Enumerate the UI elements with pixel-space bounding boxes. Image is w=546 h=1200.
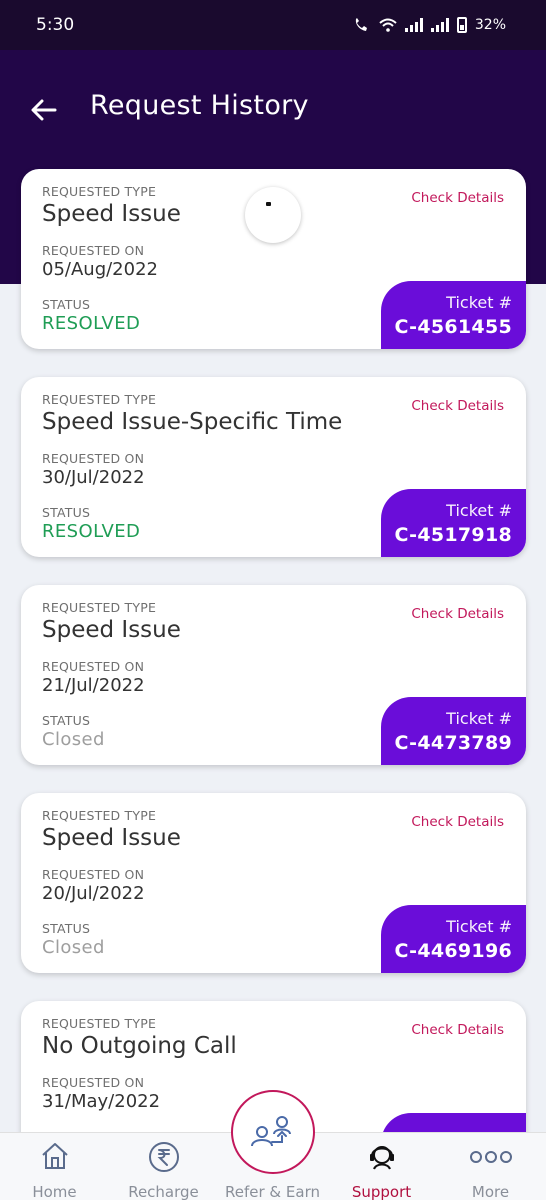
ticket-label: Ticket #	[446, 501, 512, 520]
ticket-badge: Ticket # C-4473789	[381, 697, 526, 765]
rupee-icon	[148, 1142, 179, 1172]
requested-type-label: REQUESTED TYPE	[42, 184, 157, 199]
check-details-link[interactable]: Check Details	[411, 1022, 504, 1038]
requested-on-label: REQUESTED ON	[42, 243, 145, 258]
ticket-badge: Ticket # C-4561455	[381, 281, 526, 349]
requested-type-label: REQUESTED TYPE	[42, 808, 157, 823]
ticket-number: C-4517918	[394, 524, 512, 546]
ticket-badge: Ticket # C-4517918	[381, 489, 526, 557]
support-agent-icon	[369, 1146, 394, 1170]
status-value: Closed	[42, 729, 105, 750]
ticket-number: C-4469196	[394, 940, 512, 962]
ticket-badge: Ticket # C-4469196	[381, 905, 526, 973]
requested-type-label: REQUESTED TYPE	[42, 600, 157, 615]
status-label: STATUS	[42, 713, 91, 728]
requested-type-value: No Outgoing Call	[42, 1033, 237, 1059]
battery-percent: 32%	[474, 17, 506, 33]
home-icon	[41, 1143, 68, 1169]
requested-on-label: REQUESTED ON	[42, 451, 145, 466]
status-label: STATUS	[42, 921, 91, 936]
more-dots-icon	[469, 1151, 512, 1163]
back-arrow-icon	[31, 99, 57, 121]
refer-earn-fab[interactable]	[231, 1090, 315, 1174]
status-label: STATUS	[42, 505, 91, 520]
nav-refer-label: Refer & Earn	[225, 1183, 320, 1200]
ticket-label: Ticket #	[446, 709, 512, 728]
status-time: 5:30	[36, 15, 75, 35]
status-value: Closed	[42, 937, 105, 958]
check-details-link[interactable]: Check Details	[411, 190, 504, 206]
requested-on-label: REQUESTED ON	[42, 1075, 145, 1090]
nav-recharge[interactable]: Recharge	[109, 1133, 218, 1200]
requested-on-value: 31/May/2022	[42, 1091, 161, 1112]
request-list: REQUESTED TYPE Speed Issue REQUESTED ON …	[21, 169, 526, 1200]
nav-support[interactable]: Support	[327, 1133, 436, 1200]
requested-on-value: 21/Jul/2022	[42, 675, 145, 696]
requested-type-value: Speed Issue	[42, 617, 181, 643]
loading-spinner	[245, 187, 301, 243]
ticket-label: Ticket #	[446, 917, 512, 936]
wifi-icon	[379, 18, 397, 32]
requested-type-value: Speed Issue	[42, 201, 181, 227]
requested-type-value: Speed Issue-Specific Time	[42, 409, 343, 435]
nav-support-label: Support	[351, 1183, 412, 1200]
status-value: RESOLVED	[42, 313, 141, 334]
status-label: STATUS	[42, 297, 91, 312]
nav-home-label: Home	[32, 1183, 77, 1200]
check-details-link[interactable]: Check Details	[411, 398, 504, 414]
request-card[interactable]: REQUESTED TYPE Speed Issue REQUESTED ON …	[21, 169, 526, 349]
requested-type-label: REQUESTED TYPE	[42, 392, 157, 407]
status-value: RESOLVED	[42, 521, 141, 542]
requested-on-label: REQUESTED ON	[42, 867, 145, 882]
requested-type-label: REQUESTED TYPE	[42, 1016, 157, 1031]
refer-icon	[251, 1116, 291, 1147]
requested-type-value: Speed Issue	[42, 825, 181, 851]
requested-on-value: 20/Jul/2022	[42, 883, 145, 904]
signal-icon	[430, 18, 449, 32]
ticket-number: C-4561455	[394, 316, 512, 338]
requested-on-value: 05/Aug/2022	[42, 259, 158, 280]
nav-more[interactable]: More	[436, 1133, 545, 1200]
signal-icon	[404, 18, 423, 32]
status-bar: 5:30 32%	[0, 0, 546, 50]
page-title: Request History	[90, 90, 309, 121]
volte-call-icon	[355, 18, 367, 31]
back-button[interactable]	[26, 92, 62, 128]
status-icons: 32%	[353, 17, 506, 33]
check-details-link[interactable]: Check Details	[411, 814, 504, 830]
request-card[interactable]: REQUESTED TYPE Speed Issue-Specific Time…	[21, 377, 526, 557]
ticket-label: Ticket #	[446, 293, 512, 312]
nav-recharge-label: Recharge	[128, 1183, 199, 1200]
nav-more-label: More	[471, 1183, 510, 1200]
request-card[interactable]: REQUESTED TYPE Speed Issue REQUESTED ON …	[21, 793, 526, 973]
requested-on-label: REQUESTED ON	[42, 659, 145, 674]
request-card[interactable]: REQUESTED TYPE Speed Issue REQUESTED ON …	[21, 585, 526, 765]
requested-on-value: 30/Jul/2022	[42, 467, 145, 488]
nav-home[interactable]: Home	[0, 1133, 109, 1200]
battery-icon	[456, 17, 467, 33]
ticket-number: C-4473789	[394, 732, 512, 754]
check-details-link[interactable]: Check Details	[411, 606, 504, 622]
